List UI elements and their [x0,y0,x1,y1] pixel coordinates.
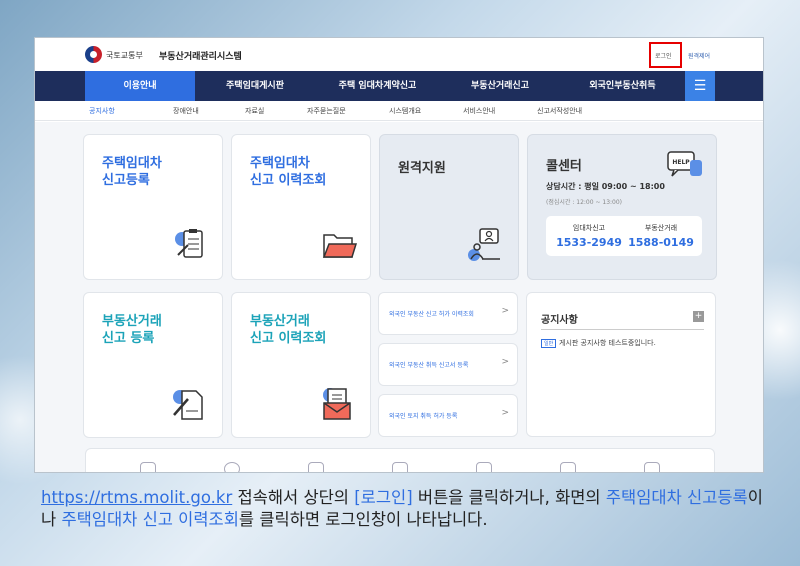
folder-icon [322,234,358,258]
notice-panel: 공지사항 + 일반 게시판 공지사항 테스트중입니다. [526,292,716,437]
chevron-right-icon: > [501,408,509,418]
link-foreigner-permit-history[interactable]: 외국인 부동산 신고 허가 이력조회 > [378,292,518,335]
quick-link-icon[interactable] [224,462,240,472]
remote-support-link[interactable]: 원격제어 [688,51,710,60]
instruction-caption: https://rtms.molit.go.kr 접속해서 상단의 [로그인] … [41,487,771,531]
card-call-center: 콜센터 HELP 상담시간 : 평일 09:00 ~ 18:00 (점심시간 :… [527,134,717,280]
quick-icons-strip [85,448,715,472]
document-pen-icon [173,390,203,420]
nav-item-trade-report[interactable]: 부동산거래신고 [440,71,560,101]
quick-link-icon[interactable] [476,462,492,472]
caption-text: 버튼을 클릭하거나, 화면의 [412,488,606,507]
call-center-title: 콜센터 [546,159,582,174]
subnav-item-service[interactable]: 서비스안내 [463,106,495,116]
main-nav: 이용안내 주택임대게시판 주택 임대차계약신고 부동산거래신고 외국인부동산취득… [35,71,763,101]
quick-link-icon[interactable] [308,462,324,472]
notice-badge: 일반 [541,339,557,348]
caption-text: 접속해서 상단의 [232,488,355,507]
card-title: 주택임대차 신고등록 [102,156,162,188]
divider [541,329,704,330]
card-housing-lease-history[interactable]: 주택임대차 신고 이력조회 [231,134,371,280]
caption-lease-report-highlight: 주택임대차 신고등록 [605,488,748,507]
quick-link-icon[interactable] [140,462,156,472]
trade-phone-number: 1588-0149 [628,236,694,249]
card-title: 주택임대차 신고 이력조회 [250,156,327,188]
system-title[interactable]: 부동산거래관리시스템 [159,49,242,62]
site-url-link[interactable]: https://rtms.molit.go.kr [41,488,232,507]
clipboard-pen-icon [175,229,203,258]
quick-link-icon[interactable] [644,462,660,472]
caption-login-highlight: [로그인] [354,488,413,507]
envelope-document-icon [323,388,351,420]
card-title: 부동산거래 신고 등록 [102,314,162,346]
hamburger-icon[interactable]: ☰ [685,71,715,101]
subnav-item-faq[interactable]: 자주묻는질문 [307,106,346,116]
site-header: 국토교통부 부동산거래관리시스템 로그인 원격제어 [35,38,763,71]
card-housing-lease-report[interactable]: 주택임대차 신고등록 [83,134,223,280]
quick-link-icon[interactable] [392,462,408,472]
sub-nav: 공지사항 장애안내 자료실 자주묻는질문 시스템개요 서비스안내 신고서작성안내 [35,101,763,121]
card-remote-support[interactable]: 원격지원 [379,134,519,280]
nav-item-guide[interactable]: 이용안내 [85,71,195,101]
government-emblem-icon [85,46,102,63]
nav-item-lease-report[interactable]: 주택 임대차계약신고 [315,71,440,101]
call-center-hours: 상담시간 : 평일 09:00 ~ 18:00 [546,182,665,191]
link-text: 외국인 부동산 취득 신고서 등록 [389,362,469,369]
subnav-item-outage[interactable]: 장애안내 [173,106,199,116]
link-foreigner-acquisition-report[interactable]: 외국인 부동산 취득 신고서 등록 > [378,343,518,386]
subnav-item-overview[interactable]: 시스템개요 [389,106,421,116]
main-content: 주택임대차 신고등록 주택임대차 신고 이력조회 원격지원 콜센터 HELP 상… [35,122,763,472]
subnav-item-notice[interactable]: 공지사항 [89,106,115,116]
card-title: 부동산거래 신고 이력조회 [250,314,327,346]
ministry-name: 국토교통부 [106,51,143,60]
subnav-item-archive[interactable]: 자료실 [245,106,264,116]
svg-text:HELP: HELP [672,159,690,166]
link-foreigner-land-permit[interactable]: 외국인 토지 취득 허가 등록 > [378,394,518,437]
login-link[interactable]: 로그인 [655,51,672,60]
caption-text: 를 클릭하면 로그인창이 나타납니다. [238,510,488,529]
card-real-estate-history[interactable]: 부동산거래 신고 이력조회 [231,292,371,438]
quick-link-icon[interactable] [560,462,576,472]
phone-numbers-box: 임대차신고 1533-2949 부동산거래 1588-0149 [546,216,702,256]
browser-screenshot: 국토교통부 부동산거래관리시스템 로그인 원격제어 이용안내 주택임대게시판 주… [34,37,764,473]
notice-title: 공지사항 [541,315,578,326]
card-real-estate-report[interactable]: 부동산거래 신고 등록 [83,292,223,438]
chevron-right-icon: > [501,306,509,316]
link-text: 외국인 토지 취득 허가 등록 [389,413,458,420]
lease-phone-label: 임대차신고 [572,224,606,232]
nav-item-foreigner[interactable]: 외국인부동산취득 [560,71,685,101]
lease-phone-number: 1533-2949 [556,236,622,249]
card-title: 원격지원 [398,161,446,176]
call-center-lunch: (점심시간 : 12:00 ~ 13:00) [546,199,623,206]
subnav-item-form-guide[interactable]: 신고서작성안내 [537,106,582,116]
notice-item[interactable]: 게시판 공지사항 테스트중입니다. [559,338,656,348]
chevron-right-icon: > [501,357,509,367]
caption-lease-history-highlight: 주택임대차 신고 이력조회 [61,510,239,529]
help-speech-bubble-icon: HELP [667,151,702,177]
link-text: 외국인 부동산 신고 허가 이력조회 [389,311,474,318]
trade-phone-label: 부동산거래 [644,224,678,232]
remote-support-person-icon [468,228,500,261]
nav-item-board[interactable]: 주택임대게시판 [195,71,315,101]
plus-icon[interactable]: + [693,311,704,322]
